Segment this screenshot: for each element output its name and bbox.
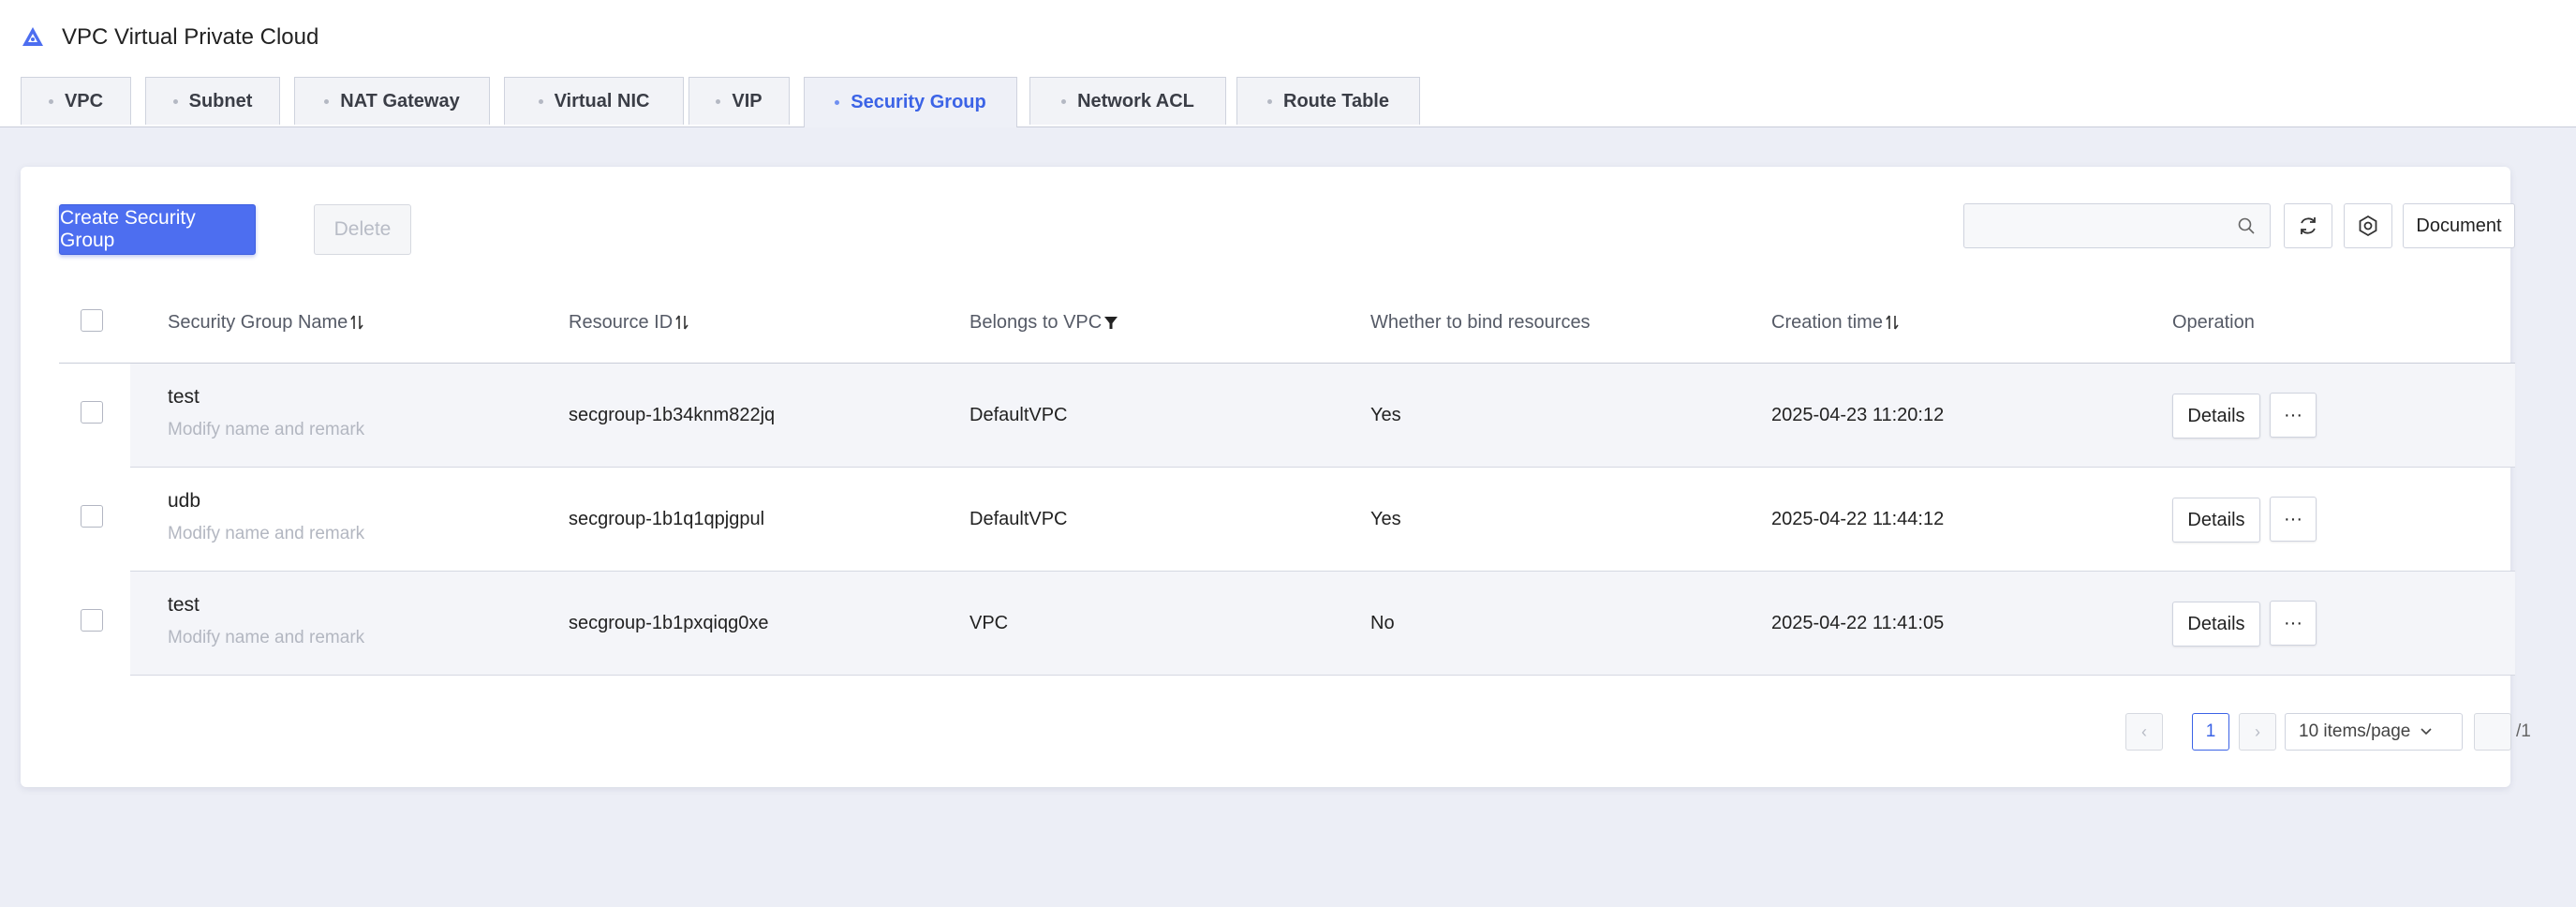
tab-dot-icon: [716, 98, 721, 104]
tab-dot-icon: [48, 98, 53, 104]
modify-name-link[interactable]: Modify name and remark: [168, 628, 364, 648]
resource-id: secgroup-1b34knm822jq: [569, 405, 776, 425]
page-title: VPC Virtual Private Cloud: [62, 24, 319, 50]
tab-label: VIP: [732, 90, 762, 112]
tab-vip[interactable]: VIP: [688, 77, 790, 125]
total-pages: /1: [2516, 721, 2531, 741]
top-bar: VPC Virtual Private Cloud VPC Subnet NAT…: [0, 0, 2576, 127]
tab-dot-icon: [1061, 98, 1067, 104]
modify-name-link[interactable]: Modify name and remark: [168, 420, 364, 440]
row-checkbox[interactable]: [81, 505, 103, 528]
tab-dot-icon: [1267, 98, 1273, 104]
tab-label: VPC: [64, 90, 104, 112]
creation-time: 2025-04-23 11:20:12: [1771, 405, 1945, 425]
column-header-creation-time[interactable]: Creation time: [1771, 281, 1900, 364]
column-label: Security Group Name: [168, 311, 348, 333]
tab-vpc[interactable]: VPC: [21, 77, 131, 125]
modify-name-link[interactable]: Modify name and remark: [168, 524, 364, 544]
gear-icon: [2359, 215, 2377, 237]
page-number-button[interactable]: 1: [2192, 713, 2229, 751]
tab-virtual-nic[interactable]: Virtual NIC: [504, 77, 684, 125]
details-button[interactable]: Details: [2172, 394, 2260, 439]
details-button[interactable]: Details: [2172, 602, 2260, 647]
creation-time: 2025-04-22 11:44:12: [1771, 509, 1945, 529]
tab-subnet[interactable]: Subnet: [145, 77, 280, 125]
table-row: test Modify name and remark secgroup-1b1…: [130, 572, 2515, 676]
column-label: Belongs to VPC: [970, 311, 1103, 333]
tab-dot-icon: [538, 98, 543, 104]
vpc-name: DefaultVPC: [970, 509, 1068, 529]
vpc-name: DefaultVPC: [970, 405, 1068, 425]
column-header-operation: Operation: [2172, 281, 2255, 364]
table-row: test Modify name and remark secgroup-1b3…: [130, 364, 2515, 468]
tab-dot-icon: [324, 98, 330, 104]
column-label: Whether to bind resources: [1370, 311, 1591, 333]
document-button[interactable]: Document: [2403, 203, 2515, 248]
page-size-select[interactable]: 10 items/page: [2285, 713, 2463, 751]
more-options-button[interactable]: ···: [2270, 601, 2317, 646]
next-page-button[interactable]: ›: [2239, 713, 2276, 751]
refresh-button[interactable]: [2284, 203, 2332, 248]
tab-security-group[interactable]: Security Group: [804, 77, 1017, 127]
bind-status: Yes: [1370, 509, 1401, 529]
tab-dot-icon: [172, 98, 178, 104]
sort-icon[interactable]: [674, 314, 689, 331]
bind-status: Yes: [1370, 405, 1401, 425]
tab-label: Route Table: [1283, 90, 1389, 112]
tab-label: Virtual NIC: [554, 90, 650, 112]
security-group-name: test: [168, 594, 200, 616]
tab-label: NAT Gateway: [340, 90, 460, 112]
creation-time: 2025-04-22 11:41:05: [1771, 613, 1945, 633]
column-header-resource-id[interactable]: Resource ID: [569, 281, 689, 364]
tab-label: Network ACL: [1077, 90, 1194, 112]
tab-route-table[interactable]: Route Table: [1236, 77, 1420, 125]
row-checkbox[interactable]: [81, 609, 103, 632]
column-label: Operation: [2172, 311, 2255, 333]
tab-label: Subnet: [188, 90, 253, 112]
security-group-panel: Create Security Group Delete Document Se…: [21, 167, 2531, 787]
chevron-down-icon: [2421, 728, 2432, 736]
tab-dot-icon: [835, 100, 840, 105]
tab-nat-gateway[interactable]: NAT Gateway: [294, 77, 490, 125]
security-group-name: test: [168, 386, 200, 408]
prev-page-button[interactable]: ‹: [2125, 713, 2163, 751]
table-header: Security Group Name Resource ID Belongs …: [59, 281, 2515, 364]
row-checkbox[interactable]: [81, 401, 103, 424]
more-options-button[interactable]: ···: [2270, 393, 2317, 438]
settings-button[interactable]: [2344, 203, 2392, 248]
column-header-name[interactable]: Security Group Name: [168, 281, 364, 364]
page-size-label: 10 items/page: [2299, 721, 2411, 741]
sort-icon[interactable]: [349, 314, 364, 331]
more-options-button[interactable]: ···: [2270, 497, 2317, 542]
details-button[interactable]: Details: [2172, 498, 2260, 543]
app-header: VPC Virtual Private Cloud: [21, 21, 318, 54]
delete-button[interactable]: Delete: [314, 204, 411, 255]
tab-label: Security Group: [851, 92, 986, 112]
security-group-name: udb: [168, 490, 201, 512]
column-header-vpc[interactable]: Belongs to VPC: [970, 281, 1118, 364]
refresh-icon: [2301, 217, 2316, 234]
create-security-group-button[interactable]: Create Security Group: [59, 204, 256, 255]
search-icon[interactable]: [2237, 216, 2256, 235]
vpc-logo-icon: [22, 27, 43, 46]
vpc-name: VPC: [970, 613, 1009, 633]
filter-icon[interactable]: [1103, 314, 1118, 331]
table-row: udb Modify name and remark secgroup-1b1q…: [130, 468, 2515, 572]
select-all-checkbox[interactable]: [81, 309, 103, 332]
column-label: Resource ID: [569, 311, 674, 333]
sort-icon[interactable]: [1885, 314, 1900, 331]
column-label: Creation time: [1771, 311, 1883, 333]
resource-id: secgroup-1b1pxqiqg0xe: [569, 613, 769, 633]
search-input[interactable]: [1963, 203, 2271, 248]
bind-status: No: [1370, 613, 1395, 633]
column-header-bind: Whether to bind resources: [1370, 281, 1591, 364]
page-jump-input[interactable]: [2474, 713, 2511, 751]
resource-id: secgroup-1b1q1qpjgpul: [569, 509, 765, 529]
tab-network-acl[interactable]: Network ACL: [1029, 77, 1226, 125]
